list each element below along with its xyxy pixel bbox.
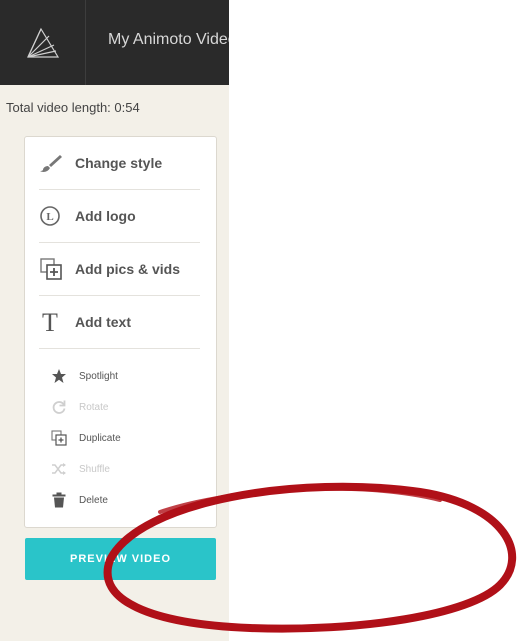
shuffle-button[interactable]: Shuffle — [49, 459, 110, 479]
shuffle-label: Shuffle — [79, 463, 110, 475]
delete-label: Delete — [79, 494, 108, 506]
animoto-logo-icon — [27, 27, 60, 58]
top-bar: My Animoto Video — [0, 0, 229, 85]
change-style-label: Change style — [75, 155, 163, 171]
project-title[interactable]: My Animoto Video — [108, 31, 229, 49]
text-t-icon: T — [39, 309, 69, 335]
add-text-button[interactable]: T Add text — [39, 296, 200, 349]
video-length: Total video length: 0:54 — [6, 100, 140, 115]
add-pics-vids-button[interactable]: Add pics & vids — [39, 243, 200, 296]
add-text-label: Add text — [75, 314, 131, 330]
paintbrush-icon — [39, 153, 69, 173]
editor-sidebar: My Animoto Video Total video length: 0:5… — [0, 0, 229, 641]
rotate-icon — [49, 399, 69, 415]
spotlight-button[interactable]: Spotlight — [49, 366, 118, 386]
trash-icon — [49, 492, 69, 508]
tools-panel: Change style L Add logo Add pics & vids — [24, 136, 217, 528]
logo-l-icon: L — [39, 204, 69, 228]
star-icon — [49, 368, 69, 384]
add-media-icon — [39, 257, 69, 281]
duplicate-label: Duplicate — [79, 432, 121, 444]
preview-video-button[interactable]: PREVIEW VIDEO — [25, 538, 216, 580]
change-style-button[interactable]: Change style — [39, 137, 200, 190]
duplicate-button[interactable]: Duplicate — [49, 428, 121, 448]
add-logo-label: Add logo — [75, 208, 136, 224]
shuffle-icon — [49, 462, 69, 476]
add-logo-button[interactable]: L Add logo — [39, 190, 200, 243]
animoto-logo[interactable] — [0, 0, 86, 85]
spotlight-label: Spotlight — [79, 370, 118, 382]
svg-text:T: T — [42, 309, 58, 335]
rotate-label: Rotate — [79, 401, 109, 413]
add-pics-vids-label: Add pics & vids — [75, 261, 181, 277]
svg-text:L: L — [46, 211, 53, 223]
rotate-button[interactable]: Rotate — [49, 397, 108, 417]
delete-button[interactable]: Delete — [49, 490, 108, 510]
duplicate-icon — [49, 430, 69, 446]
